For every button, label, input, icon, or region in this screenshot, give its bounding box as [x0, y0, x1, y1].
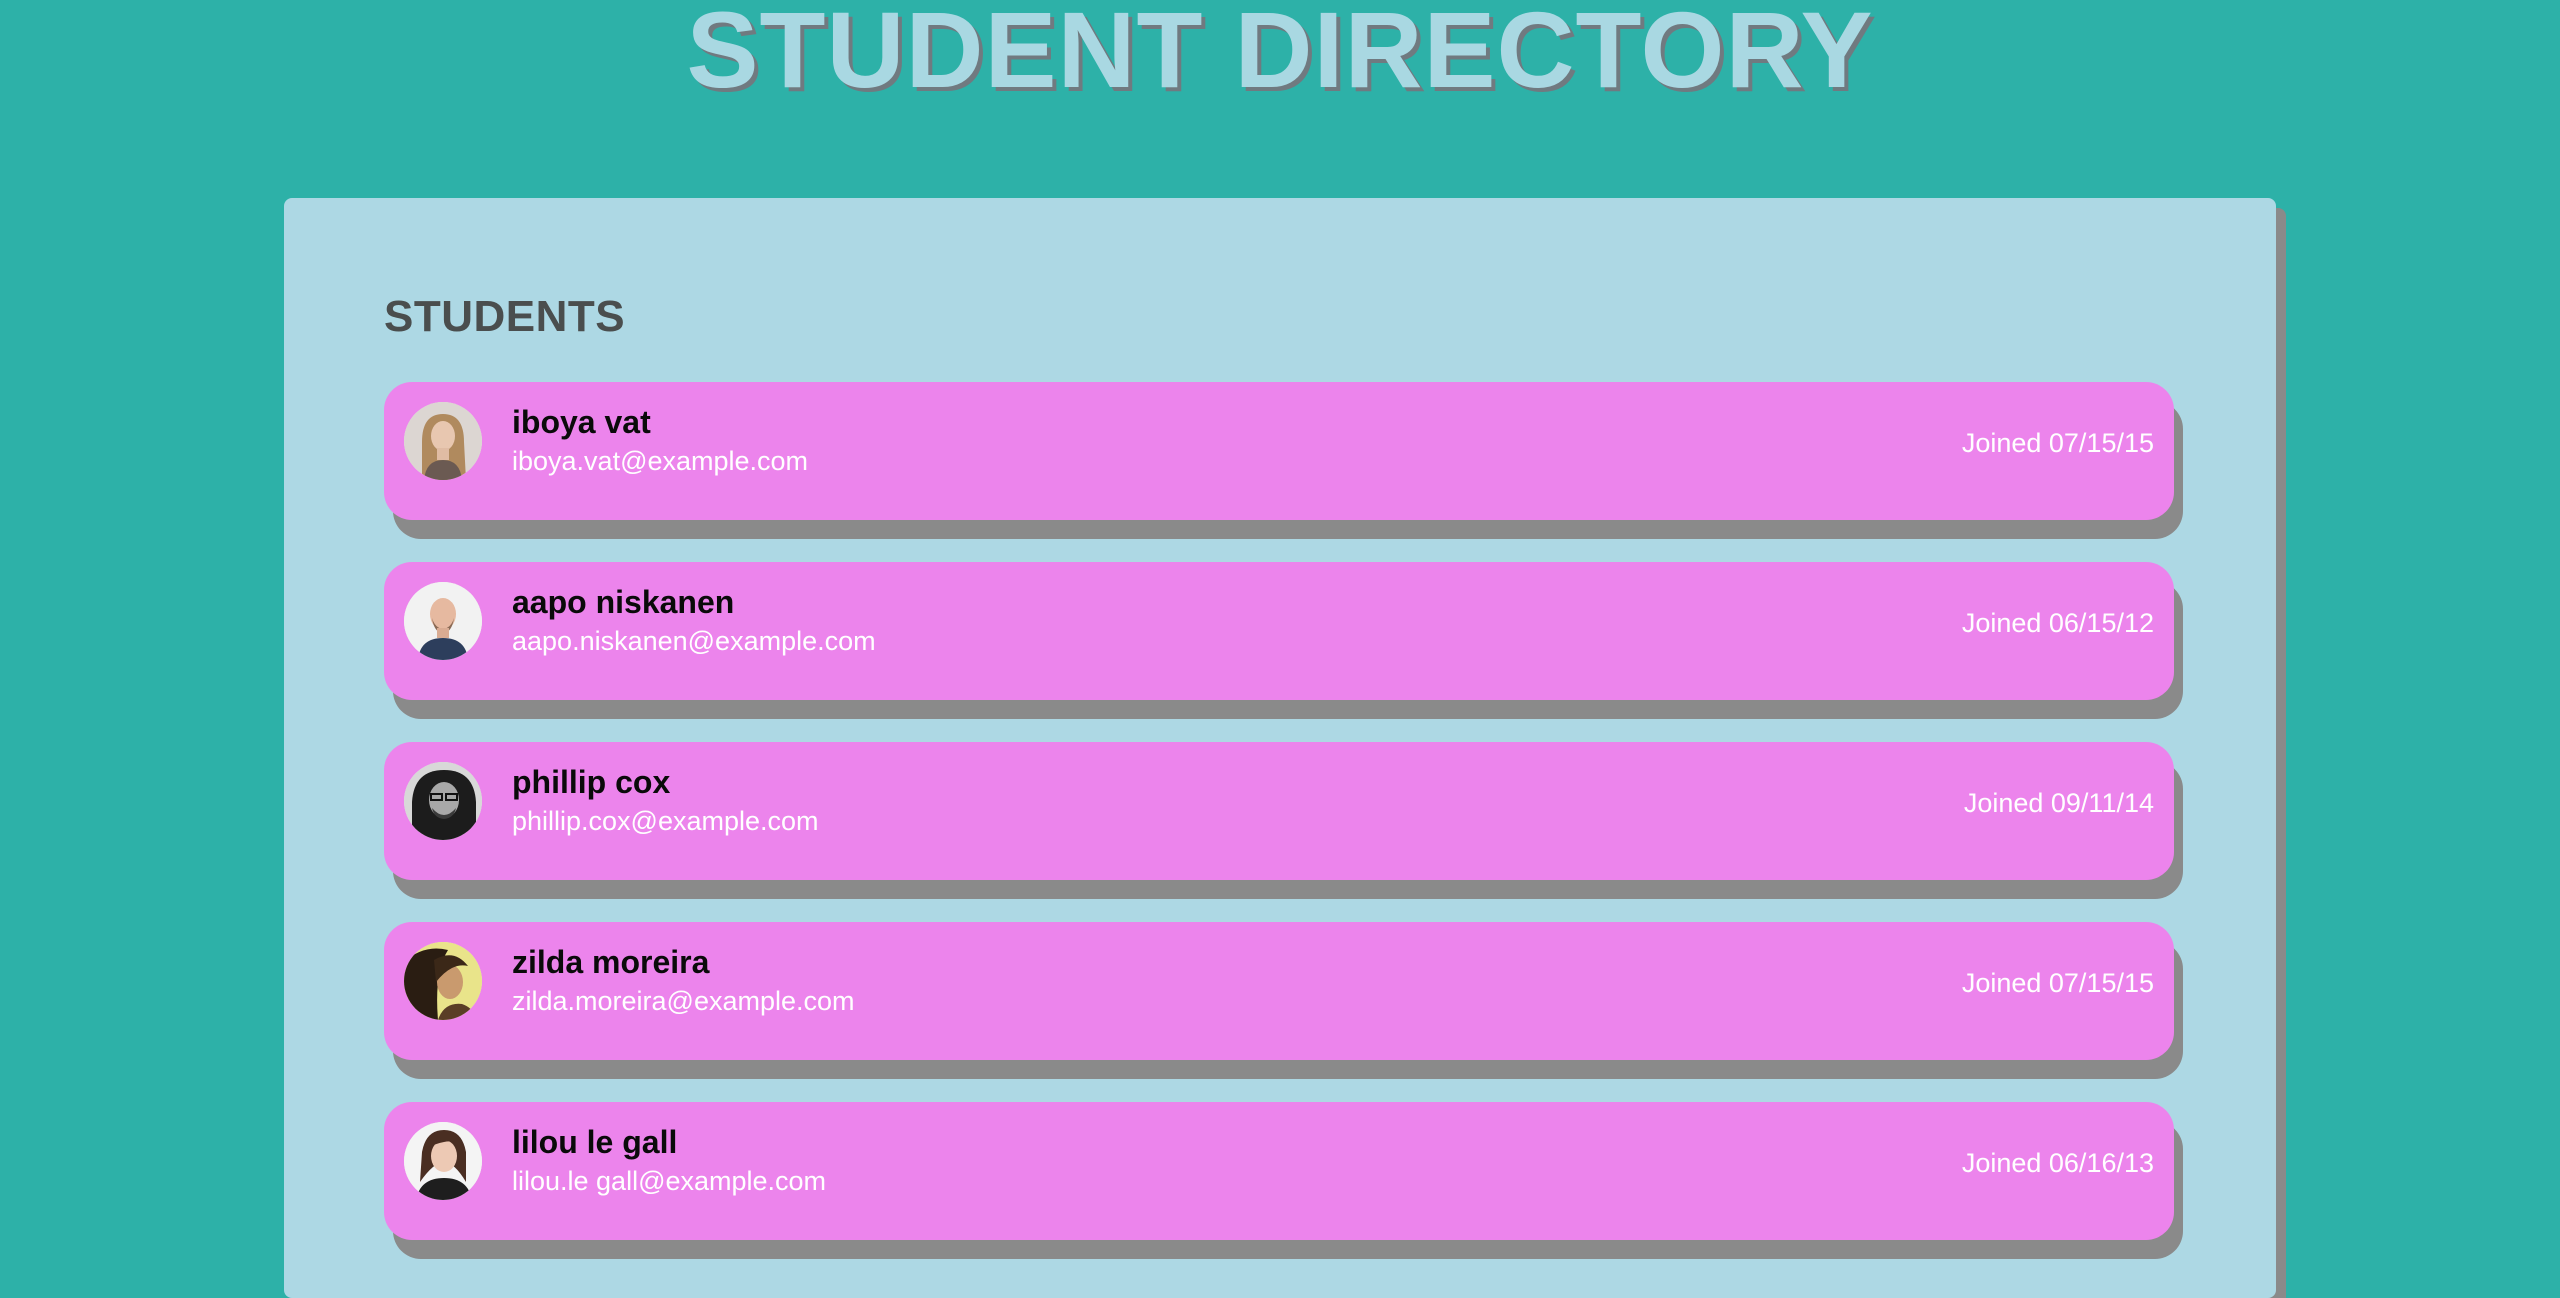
student-joined-date: Joined 06/16/13: [1961, 1148, 2154, 1178]
student-avatar: [404, 402, 482, 480]
students-panel: STUDENTS iboya vat iboya.vat@example.com…: [284, 198, 2276, 1298]
student-email: phillip.cox@example.com: [512, 806, 819, 836]
student-email: zilda.moreira@example.com: [512, 986, 855, 1016]
student-name: phillip cox: [512, 764, 671, 800]
student-email: iboya.vat@example.com: [512, 446, 809, 476]
student-card[interactable]: zilda moreira zilda.moreira@example.com …: [384, 922, 2174, 1060]
section-title: STUDENTS: [384, 292, 626, 341]
student-name: lilou le gall: [512, 1124, 678, 1160]
student-joined-date: Joined 09/11/14: [1963, 788, 2154, 818]
student-joined-date: Joined 07/15/15: [1961, 968, 2154, 998]
student-joined-date: Joined 07/15/15: [1961, 428, 2154, 458]
student-card[interactable]: iboya vat iboya.vat@example.com Joined 0…: [384, 382, 2174, 520]
student-name: iboya vat: [512, 404, 651, 440]
student-joined-date: Joined 06/15/12: [1961, 608, 2154, 638]
student-avatar: [404, 582, 482, 660]
student-email: aapo.niskanen@example.com: [512, 626, 876, 656]
student-email: lilou.le gall@example.com: [512, 1166, 827, 1196]
page-title: STUDENT DIRECTORY: [686, 0, 1874, 110]
student-card[interactable]: lilou le gall lilou.le gall@example.com …: [384, 1102, 2174, 1240]
student-avatar: [404, 1122, 482, 1200]
student-avatar: [404, 762, 482, 840]
student-list: iboya vat iboya.vat@example.com Joined 0…: [384, 382, 2174, 1282]
student-avatar: [404, 942, 482, 1020]
student-name: aapo niskanen: [512, 584, 735, 620]
student-name: zilda moreira: [512, 944, 710, 980]
student-card[interactable]: aapo niskanen aapo.niskanen@example.com …: [384, 562, 2174, 700]
student-card[interactable]: phillip cox phillip.cox@example.com Join…: [384, 742, 2174, 880]
